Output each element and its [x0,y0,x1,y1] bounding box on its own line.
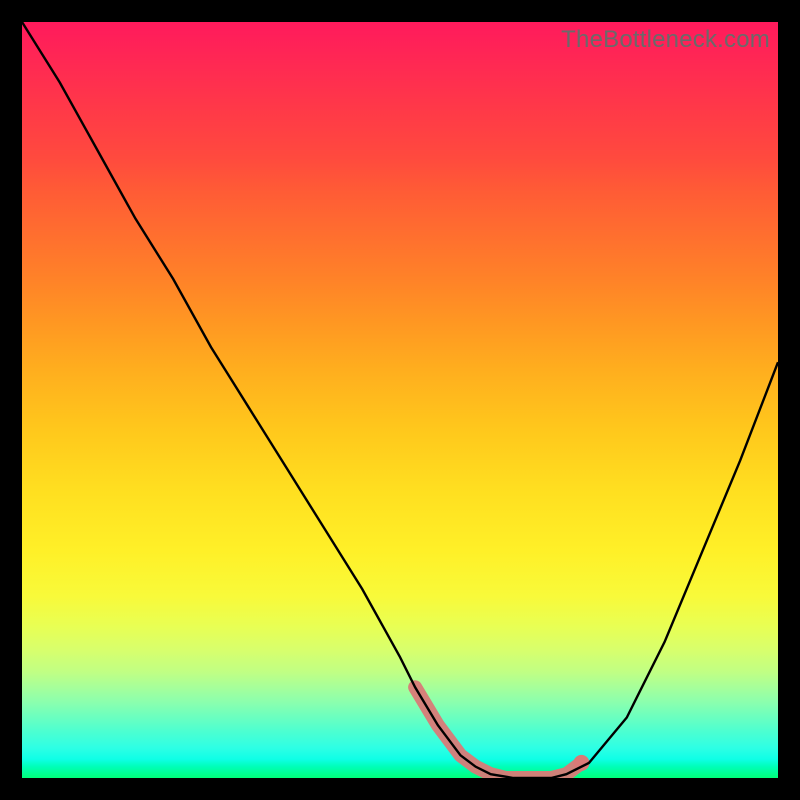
chart-svg [22,22,778,778]
bottleneck-curve [22,22,778,778]
chart-frame: TheBottleneck.com [0,0,800,800]
plot-area: TheBottleneck.com [22,22,778,778]
highlight-band [415,687,581,778]
